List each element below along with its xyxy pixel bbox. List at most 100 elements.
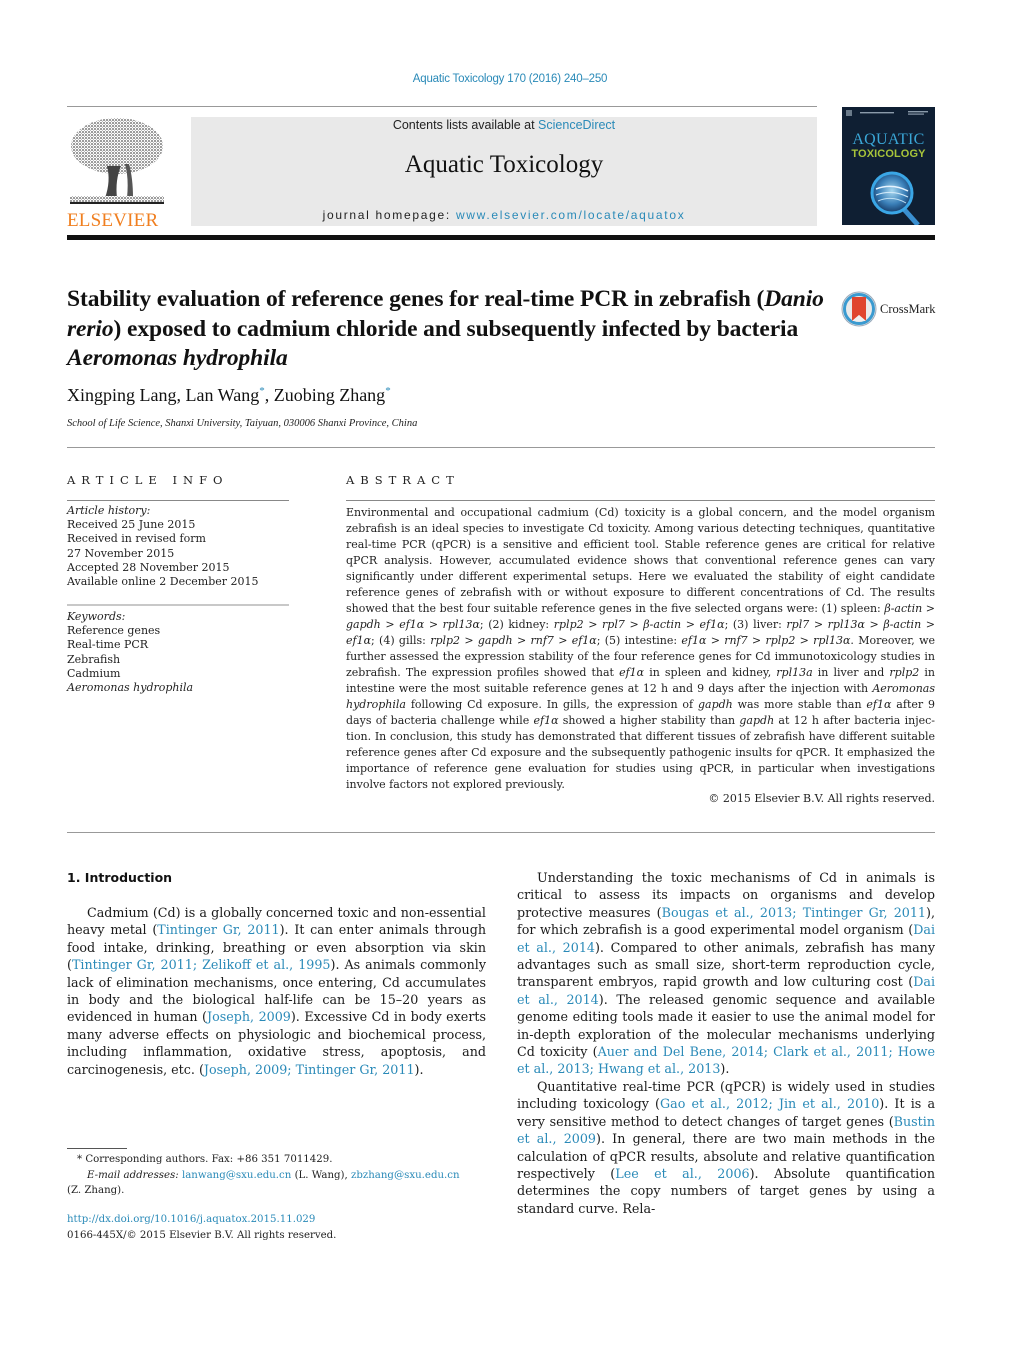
abstract-heading: ABSTRACT (346, 473, 460, 487)
divider (67, 447, 935, 448)
affiliation: School of Life Science, Shanxi Universit… (67, 418, 418, 429)
citation-link[interactable]: Joseph, 2009 (207, 1009, 291, 1024)
abstract-run: in spleen and kidney, (644, 666, 777, 679)
doi-block: http://dx.doi.org/10.1016/j.aquatox.2015… (67, 1212, 336, 1243)
homepage-prefix: journal homepage: (322, 208, 456, 222)
citation-link[interactable]: Gao et al., 2012; Jin et al., 2010 (660, 1096, 879, 1111)
keyword-list: Reference genes Real-time PCR Zebrafish Cad… (67, 624, 289, 695)
text-run: ). (414, 1061, 424, 1077)
gene-name: rplp2 > gapdh > rnf7 > ef1α (430, 634, 597, 647)
keyword: Cadmium (67, 666, 121, 680)
cover-header-icon (846, 110, 928, 116)
history-list: Received 25 June 2015 Received in revised… (67, 518, 289, 589)
abstract-run: following Cd exposure. In gills, the exp… (405, 698, 698, 711)
header-thick-divider (67, 235, 935, 240)
author-separator: , (176, 385, 186, 405)
header-divider (67, 106, 817, 107)
section-heading-introduction: 1. Introduction (67, 870, 173, 885)
abstract-run: in liver and (812, 666, 890, 679)
email-owner-1: (L. Wang), (291, 1169, 351, 1181)
journal-title: Aquatic Toxicology (404, 151, 604, 178)
abstract-copyright: © 2015 Elsevier B.V. All rights reserved… (708, 792, 935, 805)
author-name: Xingping Lang (67, 385, 177, 405)
keyword: Aeromonas hydrophila (67, 681, 194, 695)
keyword: Zebrafish (67, 652, 121, 666)
crossmark-label: CrossMark (880, 302, 936, 316)
divider (67, 604, 289, 606)
email-line: E-mail addresses: lanwang@sxu.edu.cn (L.… (67, 1168, 487, 1184)
gene-name: ef1α > rnf7 > rplp2 > rpl13α (681, 634, 851, 647)
keywords: Keywords: Reference genes Real-time PCR Ze… (67, 610, 289, 695)
history-label: Article history: (67, 504, 151, 517)
doi-link[interactable]: http://dx.doi.org/10.1016/j.aquatox.2015… (67, 1212, 336, 1228)
gene-name: rpl13a (776, 666, 813, 679)
history-item: 27 November 2015 (67, 546, 175, 560)
keywords-label: Keywords: (67, 610, 126, 623)
citation-link[interactable]: Tintinger Gr, 2011; Zelikoff et al., 199… (72, 957, 331, 972)
issn-line: 0166-445X/© 2015 Elsevier B.V. All right… (67, 1229, 337, 1241)
elsevier-tree-icon (70, 118, 164, 204)
gene-name: gapdh (697, 698, 733, 711)
title-italic-part: Aeromonas hydrophila (67, 345, 288, 371)
body-column-right: Understanding the toxic mechanisms of Cd… (517, 869, 935, 1217)
email-owner-2: (Z. Zhang). (67, 1185, 125, 1196)
gene-name: ef1α (533, 714, 559, 727)
contents-prefix: Contents lists available at (392, 118, 539, 132)
email-label: E-mail addresses: (87, 1169, 179, 1181)
keyword: Reference genes (67, 624, 161, 638)
citation-link[interactable]: Bougas et al., 2013; Tintinger Gr, 2011 (662, 905, 926, 920)
email-link-lan-wang[interactable]: lanwang@sxu.edu.cn (182, 1170, 291, 1181)
abstract-run: ; (3) liver: (724, 618, 787, 631)
divider (67, 832, 935, 833)
abstract-run: ; (4) gills: (371, 634, 431, 647)
abstract-run: was more stable than (732, 698, 867, 711)
cover-title-aquatic: AQUATIC (852, 131, 925, 148)
crossmark-button[interactable]: CrossMark (840, 290, 940, 330)
gene-name: ef1α (866, 698, 892, 711)
body-column-left: Cadmium (Cd) is a globally concerned tox… (67, 904, 486, 1078)
author-list: Xingping Lang, Lan Wang*, Zuobing Zhang* (67, 385, 391, 406)
paragraph: Understanding the toxic mechanisms of Cd… (517, 869, 935, 1078)
journal-masthead: Contents lists available at ScienceDirec… (191, 117, 817, 226)
magnifier-fish-icon (870, 171, 920, 225)
corresponding-author-link[interactable]: * (385, 385, 391, 397)
author-name: Lan Wang (185, 385, 260, 405)
author-name: Zuobing Zhang (273, 385, 386, 405)
paragraph: Quantitative real-time PCR (qPCR) is wid… (517, 1078, 935, 1217)
history-item: Accepted 28 November 2015 (67, 560, 230, 574)
elsevier-logo[interactable]: ELSEVIER (67, 116, 167, 231)
divider (346, 500, 935, 501)
journal-citation-link[interactable]: Aquatic Toxicology 170 (2016) 240–250 (0, 73, 1020, 85)
journal-cover-image[interactable]: AQUATIC TOXICOLOGY (842, 107, 935, 225)
sciencedirect-link[interactable]: ScienceDirect (538, 118, 615, 132)
cover-title-toxicology: TOXICOLOGY (851, 148, 926, 160)
crossmark-icon (841, 291, 877, 327)
title-part: Stability evaluation of reference genes … (67, 286, 765, 312)
elsevier-wordmark: ELSEVIER (67, 210, 159, 231)
article-history: Article history: Received 25 June 2015 Re… (67, 504, 289, 589)
email-link-zuobing-zhang[interactable]: zbzhang@sxu.edu.cn (351, 1170, 460, 1181)
abstract-text: Environmental and occupational cadmium (… (346, 505, 935, 793)
divider (67, 500, 289, 501)
homepage-line: journal homepage: www.elsevier.com/locat… (191, 208, 817, 222)
journal-homepage-link[interactable]: www.elsevier.com/locate/aquatox (456, 208, 685, 222)
abstract-run: ; (2) kidney: (479, 618, 554, 631)
abstract-run: showed a higher stability than (558, 714, 740, 727)
citation-link[interactable]: Lee et al., 2006 (615, 1166, 749, 1181)
article-title: Stability evaluation of reference genes … (67, 285, 827, 374)
citation-link[interactable]: Joseph, 2009; Tintinger Gr, 2011 (204, 1062, 415, 1077)
article-info-heading: ARTICLE INFO (67, 473, 229, 487)
abstract-run: Environmental and occupational cadmium (… (346, 506, 935, 615)
keyword: Real-time PCR (67, 638, 149, 652)
footnote-divider (67, 1148, 127, 1149)
history-item: Available online 2 December 2015 (67, 575, 259, 589)
gene-name: ef1α (619, 666, 645, 679)
gene-name: gapdh (739, 714, 775, 727)
abstract-run: ; (5) intestine: (596, 634, 682, 647)
citation-link[interactable]: Tintinger Gr, 2011 (157, 922, 279, 937)
gene-name: rplp2 (889, 666, 920, 679)
contents-line: Contents lists available at ScienceDirec… (191, 118, 817, 132)
corresponding-note: * Corresponding authors. Fax: +86 351 70… (77, 1154, 333, 1165)
text-run: ). (720, 1061, 730, 1077)
paragraph: Cadmium (Cd) is a globally concerned tox… (67, 904, 486, 1078)
